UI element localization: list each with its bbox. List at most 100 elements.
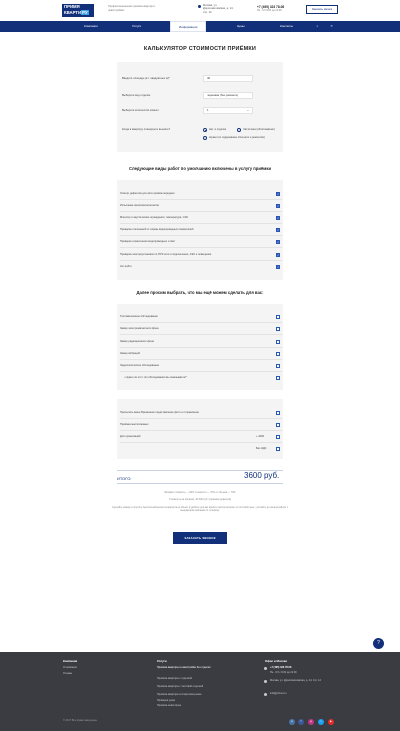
footer-email[interactable]: info@primet.ru (270, 692, 286, 695)
logo-text-bottom: КВАРТИ (64, 10, 82, 15)
divider (120, 371, 282, 372)
optional-item: Замер радиационного фона (120, 340, 154, 343)
menu-icon[interactable]: ≡ (329, 24, 334, 29)
total-value: 3600 руб. (244, 471, 280, 480)
youtube-icon[interactable]: ▶ (328, 719, 334, 725)
included-checkbox[interactable] (276, 240, 280, 244)
radio-option-3[interactable] (203, 136, 207, 140)
price-note-3: Сделайте заявку и получите бесплатный вы… (112, 507, 288, 513)
help-float-button[interactable]: ? (373, 638, 384, 649)
included-checkbox[interactable] (276, 253, 280, 257)
optional-checkbox[interactable] (276, 340, 280, 344)
area-input[interactable]: 40 (203, 75, 253, 82)
extras-checkbox[interactable] (276, 423, 280, 427)
included-title: Следующие виды работ по умолчанию включе… (128, 166, 272, 171)
copyright: © 2017 Все права защищены (63, 719, 97, 722)
finish-type-value: черновая (без ремонта) (207, 93, 238, 97)
instagram-icon[interactable]: ◎ (308, 719, 314, 725)
price-note-2: Стоимость на приёмку: 40 000 руб. (приём… (168, 498, 232, 501)
optional-checkbox[interactable] (276, 364, 280, 368)
radio-option-2[interactable] (237, 128, 241, 132)
included-checkbox[interactable] (276, 228, 280, 232)
map-pin-icon (264, 680, 267, 683)
page-title: КАЛЬКУЛЯТОР СТОИМОСТИ ПРИЁМКИ (143, 46, 257, 52)
footer-link[interactable]: О компании (63, 666, 77, 669)
divider (120, 359, 282, 360)
footer-link[interactable]: Проверка дома (157, 699, 217, 702)
extras-checkbox[interactable] (276, 411, 280, 415)
footer-link[interactable]: Приёмка квартиры с отделкой (157, 677, 217, 680)
divider (120, 347, 282, 348)
included-checkbox[interactable] (276, 204, 280, 208)
map-pin-icon (198, 5, 201, 8)
divider (120, 211, 282, 212)
nav-item-company[interactable]: Компания (84, 21, 98, 32)
footer-link[interactable]: Приёмка квартиры в новостройке без отдел… (157, 666, 217, 669)
optional-item: Эндоскопическое обследование (120, 364, 160, 367)
extras-item: Для организаций (120, 435, 141, 438)
divider (120, 199, 282, 200)
tagline: Профессиональная приемка квартир в новос… (108, 5, 155, 12)
optional-checkbox[interactable] (276, 315, 280, 319)
divider (120, 247, 282, 248)
mail-icon (264, 693, 267, 696)
footer-link[interactable]: Приёмка новостроек (157, 704, 217, 707)
call-request-button[interactable]: Заказать звонок (306, 5, 338, 14)
nav-item-contacts[interactable]: Контакты (280, 21, 293, 32)
optional-item-sub: › Нужно ли этот тип обследования вы зака… (124, 376, 187, 379)
footer-link[interactable]: Приёмка квартиры с чистовой отделкой (157, 685, 217, 688)
site-logo[interactable]: ПРИМЯ КВАРТИРУ (62, 4, 94, 17)
header-phone[interactable]: +7 (495) 323 78-08 Пн - Сб 9:00 до 21:00 (257, 5, 284, 13)
furniture-label: Когда в квартиру планируете въехать? (122, 128, 171, 131)
included-checkbox[interactable] (276, 192, 280, 196)
extras-price: + 4400 (256, 435, 265, 438)
total-divider (117, 483, 283, 484)
logo-ru: РУ (81, 10, 89, 15)
nav-item-prices[interactable]: Цены (237, 21, 245, 32)
divider (120, 334, 282, 335)
divider (120, 223, 282, 224)
area-label: Введите площадь (в т. квадратных м)* (122, 77, 170, 80)
divider (120, 418, 282, 419)
footer-address: Москва, ул. Дорогомиловская, д. 14, стр.… (270, 679, 321, 682)
vk-icon[interactable]: в (289, 719, 295, 725)
included-item: Монитор и акустические ограждения, темпе… (120, 216, 189, 219)
footer-phone[interactable]: +7 (495) 323 78-08 (270, 666, 291, 669)
search-icon[interactable]: ⌕ (315, 24, 320, 29)
twitter-icon[interactable]: t (318, 719, 324, 725)
facebook-icon[interactable]: f (298, 719, 304, 725)
rooms-value: 1 (207, 108, 209, 112)
extras-card (117, 399, 283, 459)
total-label: ИТОГО: (117, 476, 132, 481)
included-item: Испытание окон/окосоконтактов (120, 204, 159, 207)
finish-type-label: Выберите вид отделки (122, 94, 151, 97)
question-icon: ? (377, 640, 380, 646)
rooms-select[interactable]: 1 ⌄ (203, 107, 253, 114)
finish-type-select[interactable]: черновая (без ремонта) (203, 92, 253, 99)
extras-checkbox[interactable] (276, 435, 280, 439)
included-checkbox[interactable] (276, 265, 280, 269)
order-call-button[interactable]: ЗАКАЗАТЬ ЗВОНОК (173, 532, 227, 544)
main-nav: Компания Услуги Информация Цены Контакты… (0, 21, 400, 32)
header-address: Москва, ул. Дорогомиловская, д. 14, стр.… (198, 4, 238, 14)
nav-item-services[interactable]: Услуги (132, 21, 141, 32)
radio-label-3: Нужно (по содержанию обычного и ремонтом… (209, 136, 265, 139)
included-item: Осмотр дефектов для акта приёма-передачи (120, 192, 175, 195)
included-item: Проверка электроустановок по ПУЭ сети и … (120, 253, 212, 256)
optional-checkbox[interactable] (276, 327, 280, 331)
optional-title: Далее просим выбрать, что мы ещё можем с… (136, 290, 264, 295)
included-checkbox[interactable] (276, 216, 280, 220)
optional-item: Замер вибраций (120, 352, 140, 355)
footer-link[interactable]: Приёмка квартиры в вторичном рынке (157, 693, 217, 696)
optional-checkbox[interactable] (276, 376, 280, 380)
phone-icon (264, 667, 267, 670)
divider (120, 235, 282, 236)
chevron-down-icon: ⌄ (246, 108, 249, 112)
included-item: Проверка ограничения водопроводных и све… (120, 240, 176, 243)
footer-office-title: Офис в Москве (265, 659, 288, 663)
footer-link[interactable]: Отзывы (63, 672, 72, 675)
nav-item-information[interactable]: Информация (170, 21, 207, 32)
extras-checkbox[interactable] (276, 447, 280, 451)
optional-checkbox[interactable] (276, 352, 280, 356)
radio-option-1[interactable] (203, 128, 207, 132)
